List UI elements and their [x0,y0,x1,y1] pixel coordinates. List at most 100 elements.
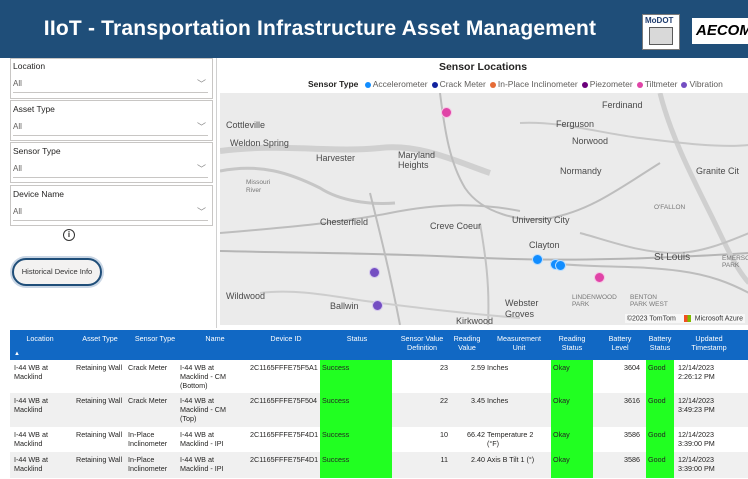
table-cell: Success [320,393,392,427]
asset-type-select-value: All [13,122,22,131]
table-cell: Success [320,452,392,478]
table-cell: Axis B Tilt 1 (°) [487,455,535,464]
place-granite-city: Granite Cit [696,166,740,176]
place-creve-coeur: Creve Coeur [430,221,482,231]
column-header[interactable]: Battery Level [600,334,640,352]
table-row[interactable]: I-44 WB at Macklind Retaining Wall Crack M… [10,360,748,393]
location-select-value: All [13,79,22,88]
table-cell: 2C1165FFFE75F5A1 [250,363,318,372]
table-cell: 10 [440,430,448,439]
device-name-filter-label: Device Name [13,189,65,199]
table-cell: I-44 WB at Macklind - CM (Top) [180,396,226,423]
place-lindenwood-park: LINDENWOOD PARK [572,294,617,308]
table-cell: Success [320,427,392,452]
table-cell: Okay [551,452,593,478]
place-ofallon-park: O'FALLON [654,204,686,211]
place-maryland-heights: Maryland Heights [398,150,436,170]
chevron-down-icon: ﹀ [196,122,206,132]
place-clayton: Clayton [529,240,560,250]
column-header[interactable]: Device ID [250,334,322,343]
map-title: Sensor Locations [438,61,528,73]
place-webster-groves: Webster Groves [505,298,539,319]
azure-attribution: Microsoft Azure [694,315,743,322]
table-cell: 3.45 [471,396,485,405]
column-header[interactable]: Status [322,334,392,343]
table-cell: 3586 [624,430,640,439]
table-row[interactable]: I-44 WB at Macklind Retaining Wall In-Plac… [10,427,748,452]
place-weldon-spring: Weldon Spring [230,138,289,148]
table-cell: Good [646,452,674,478]
table-cell: 3604 [624,363,640,372]
location-filter[interactable]: Location All ﹀ [10,61,210,95]
place-ferguson: Ferguson [556,119,595,129]
table-cell: Inches [487,363,509,372]
sensor-marker[interactable] [555,260,566,271]
tomtom-attribution: ©2023 TomTom [626,315,676,322]
column-header[interactable]: Measurement Unit [486,334,552,352]
table-cell: 2C1165FFFE75F504 [250,396,317,405]
chevron-down-icon: ﹀ [196,79,206,89]
device-name-filter[interactable]: Device Name All ﹀ [10,189,210,223]
location-select[interactable]: All ﹀ [13,76,208,93]
sort-ascending-icon[interactable]: ▲ [14,351,20,357]
place-ferdinand: Ferdinand [602,100,643,110]
legend-dot-icon [431,81,438,88]
legend-item-label[interactable]: Tiltmeter [645,79,678,89]
table-cell: Crack Meter [128,396,168,405]
map-canvas[interactable]: Cottleville Weldon Spring Harvester Mary… [220,93,748,325]
historical-device-info-button[interactable]: Historical Device Info [12,258,102,286]
chevron-down-icon: ﹀ [196,207,206,217]
table-cell: 2.40 [471,455,485,464]
info-icon[interactable]: i [63,229,75,241]
sensor-marker[interactable] [441,107,452,118]
chevron-down-icon: ﹀ [196,164,206,174]
sensor-marker[interactable] [594,272,605,283]
column-header[interactable]: Asset Type [72,334,128,343]
table-cell: 12/14/2023 2:26:12 PM [678,363,715,381]
device-readings-table: ▲ Location Asset Type Sensor Type Name Devic… [10,330,748,479]
column-header[interactable]: Name [180,334,250,343]
table-cell: 3586 [624,455,640,464]
column-header[interactable]: Sensor Type [128,334,182,343]
legend-item-label[interactable]: Piezometer [590,79,633,89]
column-header[interactable]: Updated Timestamp [678,334,740,352]
legend-dot-icon [581,81,588,88]
table-cell: 12/14/2023 3:39:00 PM [678,430,715,448]
modot-logo: MoDOT [642,14,680,50]
place-normandy: Normandy [560,166,602,176]
table-cell: 66.42 [467,430,485,439]
legend-item-label[interactable]: Accelerometer [373,79,428,89]
legend-title: Sensor Type [308,79,359,89]
table-row[interactable]: I-44 WB at Macklind Retaining Wall In-Plac… [10,452,748,478]
legend-item-label[interactable]: Crack Meter [440,79,486,89]
sensor-type-filter[interactable]: Sensor Type All ﹀ [10,146,210,180]
table-cell: Okay [551,393,593,427]
legend-item-label[interactable]: Vibration [689,79,722,89]
sensor-marker[interactable] [369,267,380,278]
asset-type-filter[interactable]: Asset Type All ﹀ [10,104,210,138]
table-cell: I-44 WB at Macklind - IPI [180,455,224,473]
sensor-marker[interactable] [372,300,383,311]
table-cell: 2.59 [471,363,485,372]
legend-item-label[interactable]: In-Place Inclinometer [498,79,578,89]
sensor-marker[interactable] [532,254,543,265]
column-header[interactable]: Location [10,334,70,343]
modot-logo-text: MoDOT [645,16,674,25]
column-header[interactable]: Sensor Value Definition [394,334,450,352]
column-header[interactable]: Battery Status [644,334,676,352]
legend-dot-icon [364,81,371,88]
sensor-type-select-value: All [13,164,22,173]
missouri-shape-icon [649,27,673,45]
table-cell: 11 [440,455,448,464]
sensor-type-select[interactable]: All ﹀ [13,161,208,178]
table-row[interactable]: I-44 WB at Macklind Retaining Wall Crack M… [10,393,748,427]
table-cell: 3616 [624,396,640,405]
table-cell: I-44 WB at Macklind [14,363,48,381]
asset-type-filter-label: Asset Type [13,104,55,114]
column-header[interactable]: Reading Status [552,334,592,352]
aecom-logo: AECOM [692,18,748,44]
map-legend: Sensor Type Accelerometer Crack Meter In-P… [217,79,748,89]
column-header[interactable]: Reading Value [450,334,484,352]
device-name-select[interactable]: All ﹀ [13,204,208,221]
asset-type-select[interactable]: All ﹀ [13,119,208,136]
